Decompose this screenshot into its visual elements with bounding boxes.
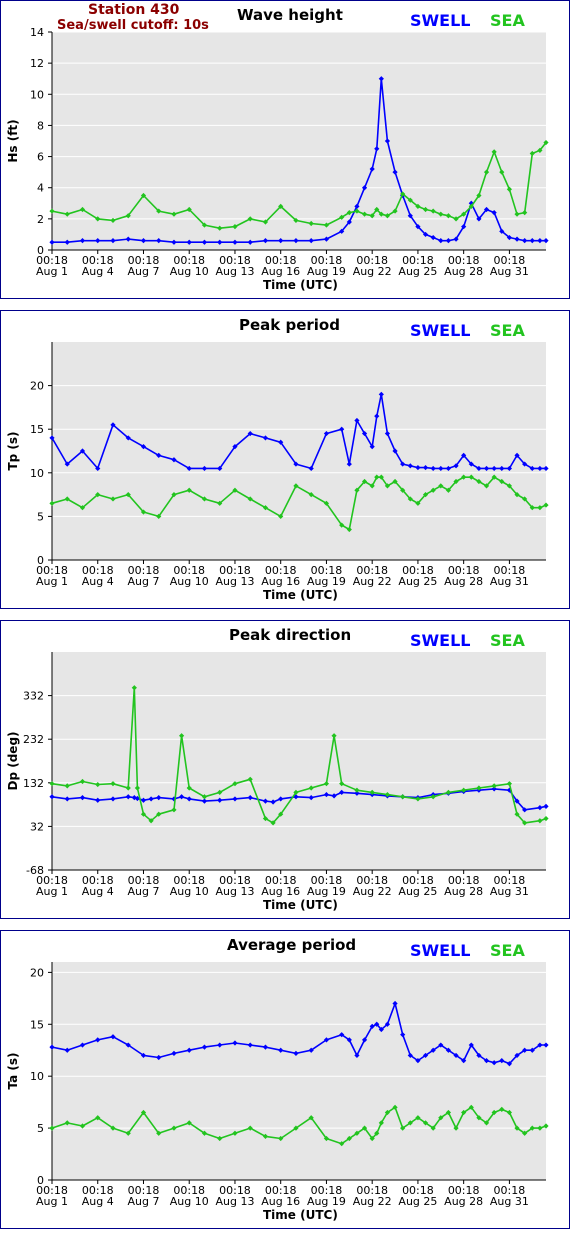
average-period-panel: 0 5 10 15 20 00:18 Aug 1 00:18 Aug 4 00:18 Aug 7 00… (0, 930, 570, 1229)
y-tick-label: 5 (37, 510, 44, 523)
x-tick-label: Aug 28 (444, 265, 483, 278)
chart-title: Wave height (237, 6, 343, 24)
x-tick-label: Aug 4 (82, 265, 114, 278)
y-axis-label: Tp (s) (6, 431, 20, 470)
x-tick-label: Aug 4 (82, 1195, 114, 1208)
y-tick-label: 12 (30, 57, 44, 70)
legend-sea: SEA (490, 941, 525, 960)
x-tick-label: Aug 19 (307, 265, 346, 278)
x-axis-label: Time (UTC) (263, 588, 338, 602)
y-axis-label: Hs (ft) (6, 119, 20, 162)
y-tick-label: 10 (30, 1070, 44, 1083)
peak-direction-panel: -68 32 132 232 332 00:18 Aug 1 00:18 Aug 4 00:18 A… (0, 620, 570, 919)
x-tick-label: Aug 31 (490, 265, 529, 278)
x-tick-label: Aug 4 (82, 885, 114, 898)
x-tick-label: Aug 1 (36, 1195, 68, 1208)
y-tick-label: 32 (30, 820, 44, 833)
x-tick-label: Aug 1 (36, 575, 68, 588)
x-tick-label: Aug 1 (36, 265, 68, 278)
x-tick-label: Aug 25 (398, 265, 437, 278)
wave-height-panel: 0 2 4 6 8 10 12 14 00:18 Aug 1 00:18 Aug 4 00:18 Aug … (0, 0, 570, 299)
plot-area (52, 342, 546, 560)
peak-period-panel: 0 5 10 15 20 00:18 Aug 1 00:18 Aug 4 00:18 Aug 7 00… (0, 310, 570, 609)
x-tick-label: Aug 13 (215, 265, 254, 278)
y-tick-label: 5 (37, 1122, 44, 1135)
legend-sea: SEA (490, 631, 525, 650)
x-tick-label: Aug 22 (353, 1195, 392, 1208)
x-tick-label: Aug 13 (215, 885, 254, 898)
y-tick-label: 15 (30, 1018, 44, 1031)
x-tick-label: Aug 1 (36, 885, 68, 898)
x-tick-label: Aug 16 (261, 575, 300, 588)
y-tick-label: 20 (30, 380, 44, 393)
y-axis-label: Dp (deg) (6, 731, 20, 790)
peak-period-chart: 0510152000:18Aug 100:18Aug 400:18Aug 700… (6, 342, 549, 588)
y-tick-label: 4 (37, 182, 44, 195)
x-tick-label: Aug 7 (127, 265, 159, 278)
x-tick-label: Aug 25 (398, 575, 437, 588)
x-tick-label: Aug 10 (170, 575, 209, 588)
legend-sea: SEA (490, 321, 525, 340)
x-axis-label: Time (UTC) (263, 278, 338, 292)
legend-swell: SWELL (410, 941, 471, 960)
x-tick-label: Aug 7 (127, 885, 159, 898)
x-tick-label: Aug 28 (444, 575, 483, 588)
plot-area (52, 32, 546, 250)
x-tick-label: Aug 28 (444, 885, 483, 898)
x-tick-label: Aug 10 (170, 885, 209, 898)
legend-sea: SEA (490, 11, 525, 30)
cutoff-label: Sea/swell cutoff: 10s (57, 18, 209, 33)
peak-direction-chart: -683213223233200:18Aug 100:18Aug 400:18A… (6, 652, 549, 898)
x-tick-label: Aug 31 (490, 885, 529, 898)
chart-title: Peak direction (229, 626, 352, 644)
x-tick-label: Aug 22 (353, 885, 392, 898)
y-tick-label: 8 (37, 119, 44, 132)
legend-swell: SWELL (410, 321, 471, 340)
x-tick-label: Aug 4 (82, 575, 114, 588)
y-tick-label: 6 (37, 151, 44, 164)
x-tick-label: Aug 10 (170, 265, 209, 278)
x-tick-label: Aug 13 (215, 1195, 254, 1208)
x-tick-label: Aug 31 (490, 1195, 529, 1208)
y-tick-label: 15 (30, 423, 44, 436)
x-axis-label: Time (UTC) (263, 1208, 338, 1222)
x-tick-label: Aug 25 (398, 1195, 437, 1208)
plot-area (52, 962, 546, 1180)
x-tick-label: Aug 19 (307, 1195, 346, 1208)
x-tick-label: Aug 22 (353, 575, 392, 588)
station-name: Station 430 (88, 2, 180, 18)
x-tick-label: Aug 16 (261, 1195, 300, 1208)
legend-swell: SWELL (410, 631, 471, 650)
x-tick-label: Aug 16 (261, 265, 300, 278)
x-tick-label: Aug 31 (490, 575, 529, 588)
chart-title: Peak period (239, 316, 340, 334)
y-tick-label: 232 (23, 733, 44, 746)
x-tick-label: Aug 28 (444, 1195, 483, 1208)
x-tick-label: Aug 16 (261, 885, 300, 898)
y-tick-label: 10 (30, 467, 44, 480)
x-tick-label: Aug 19 (307, 575, 346, 588)
x-tick-label: Aug 7 (127, 1195, 159, 1208)
y-tick-label: 132 (23, 777, 44, 790)
x-tick-label: Aug 22 (353, 265, 392, 278)
x-tick-label: Aug 13 (215, 575, 254, 588)
y-tick-label: 14 (30, 26, 44, 39)
x-tick-label: Aug 7 (127, 575, 159, 588)
y-tick-label: 2 (37, 213, 44, 226)
x-tick-label: Aug 25 (398, 885, 437, 898)
average-period-chart: 0510152000:18Aug 100:18Aug 400:18Aug 700… (6, 962, 549, 1208)
x-tick-label: Aug 19 (307, 885, 346, 898)
y-tick-label: 332 (23, 690, 44, 703)
wave-height-chart: 0246810121400:18Aug 100:18Aug 400:18Aug … (6, 26, 549, 278)
chart-title: Average period (227, 936, 357, 954)
y-axis-label: Ta (s) (6, 1052, 20, 1089)
y-tick-label: 10 (30, 88, 44, 101)
x-axis-label: Time (UTC) (263, 898, 338, 912)
y-tick-label: 20 (30, 966, 44, 979)
plot-area (52, 652, 546, 870)
x-tick-label: Aug 10 (170, 1195, 209, 1208)
legend-swell: SWELL (410, 11, 471, 30)
